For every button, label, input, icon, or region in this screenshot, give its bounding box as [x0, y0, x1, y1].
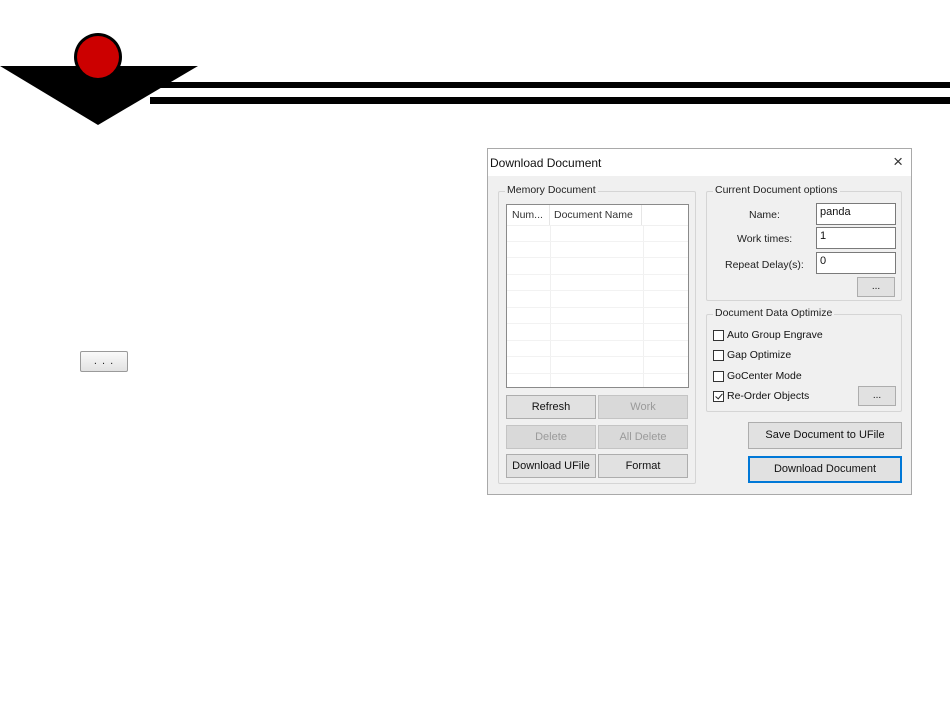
gocenter-mode-checkbox[interactable]: GoCenter Mode [713, 370, 802, 382]
repeat-delay-field[interactable]: 0 [816, 252, 896, 274]
gap-optimize-label: Gap Optimize [727, 349, 792, 361]
current-document-options-title: Current Document options [713, 184, 840, 196]
auto-group-engrave-label: Auto Group Engrave [727, 329, 823, 341]
checkbox-icon [713, 370, 724, 382]
name-field[interactable]: panda [816, 203, 896, 225]
repeat-delay-label: Repeat Delay(s): [725, 259, 804, 271]
reorder-objects-checkbox[interactable]: Re-Order Objects [713, 390, 809, 402]
save-document-to-ufile-button[interactable]: Save Document to UFile [748, 422, 902, 449]
delete-button[interactable]: Delete [506, 425, 596, 449]
work-times-field[interactable]: 1 [816, 227, 896, 249]
title-bar: Download Document × [488, 149, 911, 176]
column-document-name[interactable]: Document Name [550, 205, 642, 225]
gap-optimize-checkbox[interactable]: Gap Optimize [713, 349, 791, 361]
header-logo [0, 33, 950, 125]
list-rows [507, 225, 688, 387]
download-document-button[interactable]: Download Document [748, 456, 902, 483]
auto-group-engrave-checkbox[interactable]: Auto Group Engrave [713, 329, 823, 341]
all-delete-button[interactable]: All Delete [598, 425, 688, 449]
work-times-label: Work times: [737, 233, 793, 245]
refresh-button[interactable]: Refresh [506, 395, 596, 419]
download-ufile-button[interactable]: Download UFile [506, 454, 596, 478]
dialog-title: Download Document [490, 156, 602, 170]
column-number[interactable]: Num... [507, 205, 550, 225]
work-button[interactable]: Work [598, 395, 688, 419]
list-header: Num... Document Name [507, 205, 688, 226]
memory-document-list[interactable]: Num... Document Name [506, 204, 689, 388]
document-data-optimize-title: Document Data Optimize [713, 307, 835, 319]
reorder-objects-label: Re-Order Objects [727, 390, 810, 402]
checkbox-icon [713, 329, 724, 341]
gocenter-mode-label: GoCenter Mode [727, 370, 802, 382]
optimize-more-button[interactable]: ... [858, 386, 896, 406]
ellipsis-button[interactable]: . . . [80, 351, 128, 372]
download-document-dialog: Download Document × Memory Document Num.… [487, 148, 912, 495]
checkmark-icon [713, 390, 724, 402]
options-more-button[interactable]: ... [857, 277, 895, 297]
memory-document-title: Memory Document [505, 184, 598, 196]
checkbox-icon [713, 349, 724, 361]
name-label: Name: [749, 209, 780, 221]
close-icon[interactable]: × [893, 152, 903, 172]
format-button[interactable]: Format [598, 454, 688, 478]
